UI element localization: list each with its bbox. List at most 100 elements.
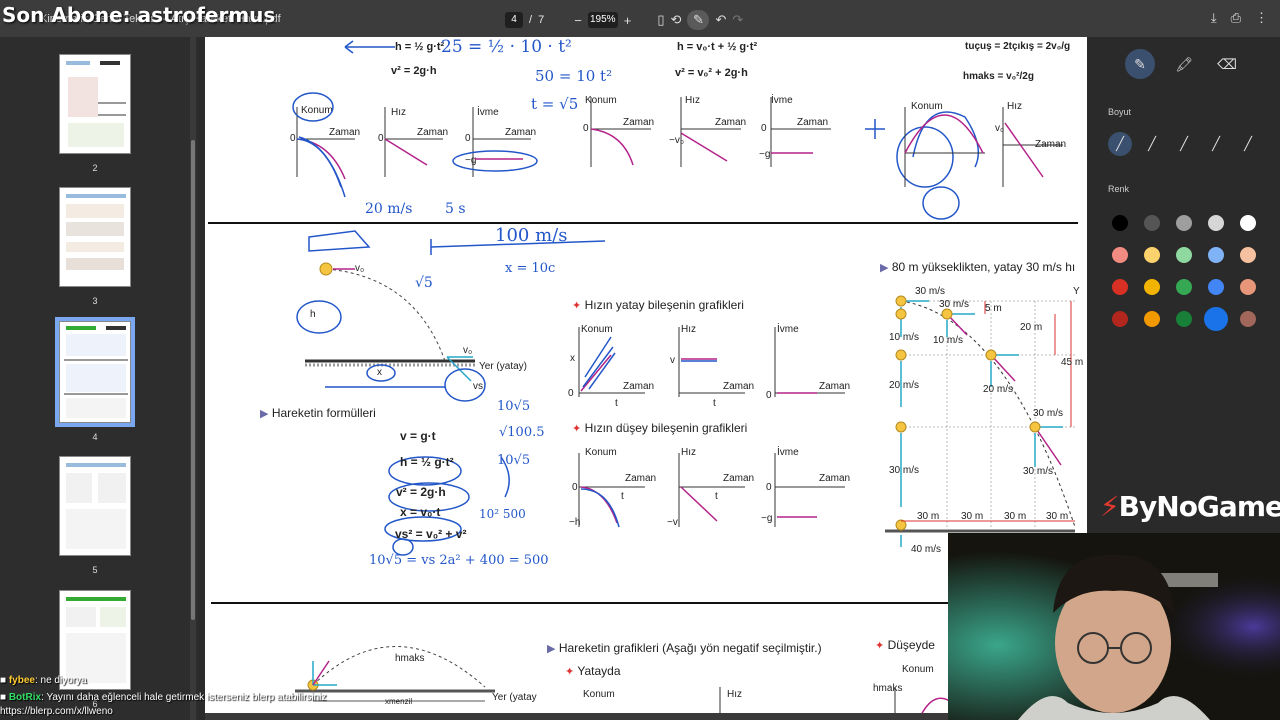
label-zero-5: 0 bbox=[761, 123, 767, 134]
label-ivme-2: İvme bbox=[771, 95, 793, 106]
bottom-graphs-title-text: Hareketin grafikleri (Aşağı yön negatif … bbox=[558, 641, 822, 655]
fit-page-icon[interactable]: ▯ bbox=[657, 12, 664, 28]
page-navigator: 4 / 7 − 195% + ▯ ⟲ ✎ ↶ ↷ bbox=[505, 10, 743, 30]
label-t-v1: t bbox=[621, 491, 624, 502]
color-swatch[interactable] bbox=[1176, 215, 1192, 231]
color-swatch[interactable] bbox=[1144, 311, 1160, 327]
handwriting-eq-c: t = √5 bbox=[531, 95, 579, 113]
handwriting-x: x = 10c bbox=[505, 261, 556, 276]
undo-icon[interactable]: ↶ bbox=[715, 12, 726, 28]
color-swatch[interactable] bbox=[1144, 279, 1160, 295]
color-swatch[interactable] bbox=[1240, 279, 1256, 295]
label-ground-yer: Yer (yatay) bbox=[479, 361, 527, 372]
duseyde-text: Düşeyde bbox=[887, 638, 935, 652]
color-swatch[interactable] bbox=[1176, 279, 1192, 295]
zoom-level-input[interactable]: 195% bbox=[587, 12, 618, 28]
label-konum-3: Konum bbox=[911, 101, 943, 112]
label-h: h bbox=[310, 309, 316, 320]
formulas-title: ▶ Hareketin formülleri bbox=[260, 406, 376, 420]
handwriting-root100: √100.5 bbox=[499, 425, 545, 440]
label-konum-b2: Konum bbox=[902, 664, 934, 675]
label-zaman-6: Zaman bbox=[797, 117, 829, 128]
chat-message: ■ fybee: ne diyorya bbox=[0, 675, 87, 686]
dist-label-3: 30 m bbox=[1004, 511, 1027, 522]
page-separator: / bbox=[529, 14, 533, 26]
color-swatch[interactable] bbox=[1208, 247, 1224, 263]
speed-label-10: 40 m/s bbox=[911, 544, 942, 555]
zoom-out-button[interactable]: − bbox=[574, 13, 582, 28]
label-vs: vs bbox=[473, 381, 483, 392]
color-swatch[interactable] bbox=[1144, 215, 1160, 231]
formula-vs2: vs² = v₀² + v² bbox=[395, 527, 467, 541]
color-swatch[interactable] bbox=[1112, 279, 1128, 295]
stream-overlay-title: Son Abone: astrofermus bbox=[2, 3, 276, 27]
size-option-1[interactable]: ╱ bbox=[1108, 132, 1132, 156]
pen-tool-icon[interactable]: ✎ bbox=[1125, 49, 1155, 79]
handwriting-10root5: 10√5 bbox=[497, 399, 531, 414]
speed-label-6: 20 m/s bbox=[983, 384, 1014, 395]
color-swatch[interactable] bbox=[1208, 279, 1224, 295]
label-zero-h1: 0 bbox=[568, 388, 574, 399]
size-option-5[interactable]: ╱ bbox=[1236, 132, 1260, 156]
speed-label-4: 10 m/s bbox=[933, 335, 964, 346]
label-v0: v₀ bbox=[995, 123, 1005, 134]
label-v0-ball: v₀ bbox=[355, 263, 365, 274]
thumbnail-page-3[interactable] bbox=[59, 187, 131, 287]
color-swatch[interactable] bbox=[1240, 311, 1256, 327]
chat-text: : ne diyorya bbox=[34, 675, 87, 686]
highlighter-icon[interactable]: 🖍 bbox=[1169, 49, 1199, 79]
size-option-4[interactable]: ╱ bbox=[1204, 132, 1228, 156]
thumbnail-page-2[interactable] bbox=[59, 54, 131, 154]
label-hiz-b: Hız bbox=[727, 689, 742, 700]
label-t-h1: t bbox=[615, 398, 618, 409]
label-hmaks-diagram: hmaks bbox=[395, 653, 425, 664]
more-options-icon[interactable]: ⋮ bbox=[1255, 10, 1268, 26]
handwriting-eq-a: 25 = ½ · 10 · t² bbox=[441, 37, 572, 57]
color-swatch[interactable] bbox=[1240, 247, 1256, 263]
color-swatch[interactable] bbox=[1240, 215, 1256, 231]
color-swatch[interactable] bbox=[1144, 247, 1160, 263]
sidebar-scroll-thumb[interactable] bbox=[191, 140, 195, 620]
chat-link[interactable]: https://blerp.com/x/llweno bbox=[0, 706, 113, 717]
size-option-2[interactable]: ╱ bbox=[1140, 132, 1164, 156]
label-ground-b: Yer (yatay bbox=[492, 692, 537, 703]
handwriting-eq-b: 50 = 10 t² bbox=[535, 67, 613, 85]
color-swatch[interactable] bbox=[1176, 247, 1192, 263]
zoom-in-button[interactable]: + bbox=[624, 13, 632, 28]
page-number-input[interactable]: 4 bbox=[505, 12, 523, 28]
redo-icon[interactable]: ↷ bbox=[732, 12, 743, 28]
label-minus-v: −v bbox=[667, 517, 678, 528]
label-t-h2: t bbox=[713, 398, 716, 409]
example-title: ▶ 80 m yükseklikten, yatay 30 m/s hı bbox=[880, 260, 1076, 274]
print-icon[interactable]: ⎙ bbox=[1231, 10, 1241, 26]
color-swatch[interactable] bbox=[1204, 307, 1228, 331]
download-icon[interactable]: ⤓ bbox=[1211, 10, 1217, 26]
eraser-icon[interactable]: ⌫ bbox=[1212, 49, 1242, 79]
color-swatch[interactable] bbox=[1112, 215, 1128, 231]
speed-label-5: 20 m/s bbox=[889, 380, 920, 391]
label-konum-h: Konum bbox=[581, 324, 613, 335]
label-hiz-2: Hız bbox=[685, 95, 700, 106]
rotate-icon[interactable]: ⟲ bbox=[671, 12, 682, 28]
thumbnail-page-4[interactable] bbox=[55, 317, 135, 427]
handwriting-100ms: 100 m/s bbox=[495, 225, 568, 246]
formula-v2-2gh: v² = 2g·h bbox=[396, 485, 446, 499]
annotate-pen-icon[interactable]: ✎ bbox=[687, 10, 710, 30]
label-x-axis: x bbox=[570, 353, 575, 364]
label-zero-h3: 0 bbox=[766, 390, 772, 401]
yatayda-text: Yatayda bbox=[577, 664, 621, 678]
pdf-horizontal-scrollbar[interactable] bbox=[205, 713, 948, 720]
thumbnail-page-5[interactable] bbox=[59, 456, 131, 556]
color-swatch[interactable] bbox=[1208, 215, 1224, 231]
formula-h-half-gt2: h = ½ g·t² bbox=[400, 455, 454, 469]
color-swatch[interactable] bbox=[1112, 311, 1128, 327]
size-label: Boyut bbox=[1108, 107, 1132, 117]
label-zaman-4: Zaman bbox=[623, 117, 655, 128]
label-zaman-v3: Zaman bbox=[819, 473, 851, 484]
color-swatch[interactable] bbox=[1176, 311, 1192, 327]
label-zaman-v2: Zaman bbox=[723, 473, 755, 484]
dist-label-2: 30 m bbox=[961, 511, 984, 522]
webcam-overlay bbox=[948, 533, 1280, 720]
size-option-3[interactable]: ╱ bbox=[1172, 132, 1196, 156]
color-swatch[interactable] bbox=[1112, 247, 1128, 263]
